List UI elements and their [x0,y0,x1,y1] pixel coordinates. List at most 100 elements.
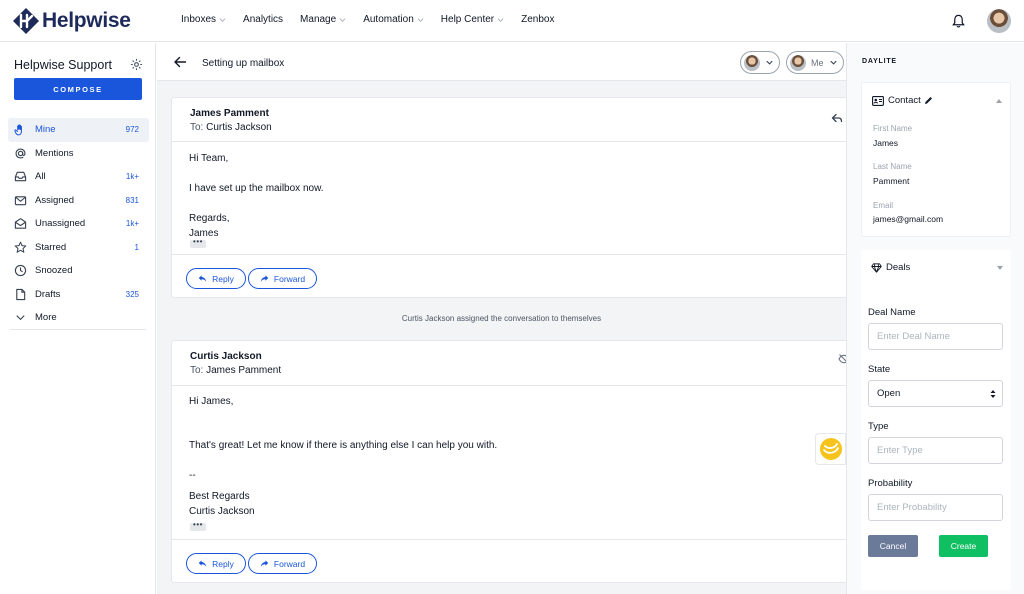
nav-help-center-label: Help Center [440,14,495,25]
last-name-value: Pamment [873,176,910,186]
create-button[interactable]: Create [939,535,988,557]
chevron-down-icon [339,18,346,22]
sidebar-item-count: 325 [125,289,139,299]
forward-button[interactable]: Forward [248,268,317,289]
message-line: Curtis Jackson [189,506,255,517]
sidebar: Helpwise Support COMPOSE Mine 972 Mentio… [0,43,156,594]
forward-icon [260,560,269,567]
nav-automation-label: Automation [363,14,414,25]
nav-manage[interactable]: Manage [300,14,346,25]
last-name-label: Last Name [873,162,912,171]
chevron-down-icon [417,18,424,22]
nav-help-center[interactable]: Help Center [441,14,504,25]
sidebar-item-starred[interactable]: Starred 1 [8,236,149,260]
contact-heading[interactable]: Contact [872,95,937,106]
forward-label: Forward [273,273,306,284]
message-card: James Pamment To: Curtis Jackson Hi Team… [171,97,851,298]
conversation-pane: Setting up mailbox Me James Pamment To: … [157,43,851,594]
first-name-value: James [873,138,899,148]
forward-button[interactable]: Forward [248,553,317,574]
probability-label: Probability [868,478,913,489]
sidebar-item-count: 831 [125,195,139,205]
star-icon [14,241,27,253]
sidebar-item-label: Mine [35,124,56,136]
sidebar-item-label: Drafts [35,288,61,300]
sidebar-item-all[interactable]: All 1k+ [8,165,149,189]
file-icon [16,288,26,300]
team-name: Helpwise Support [14,58,112,72]
reply-button[interactable]: Reply [186,553,246,574]
sidebar-item-label: Starred [35,241,67,253]
state-select[interactable]: Open [868,380,1003,407]
message-line: Hi James, [189,396,234,407]
reply-icon [198,560,207,567]
daylite-widget-button[interactable] [815,433,846,465]
nav-automation[interactable]: Automation [363,14,424,25]
recipient-name: James Pamment [206,365,282,376]
sidebar-item-drafts[interactable]: Drafts 325 [8,283,149,307]
me-dropdown[interactable]: Me [786,51,844,74]
message-line: I have set up the mailbox now. [189,183,324,194]
sidebar-item-mentions[interactable]: Mentions [8,142,149,166]
sidebar-item-more[interactable]: More [8,306,149,330]
deals-heading[interactable]: Deals [871,262,910,273]
compose-button[interactable]: COMPOSE [14,78,142,100]
user-avatar[interactable] [987,9,1011,33]
back-arrow-icon[interactable] [173,55,187,69]
pencil-icon[interactable] [924,96,933,105]
sidebar-divider [10,329,146,330]
sidebar-folder-list: Mine 972 Mentions All 1k+ Assigned 831 U… [8,118,149,330]
hand-icon [14,124,22,136]
contact-heading-label: Contact [888,95,921,106]
reply-button[interactable]: Reply [186,268,246,289]
message-line: Hi Team, [189,153,229,164]
to-label: To: [190,365,204,376]
show-trimmed-content-button[interactable]: ••• [190,238,206,248]
chevron-down-icon [766,60,773,65]
sidebar-item-mine[interactable]: Mine 972 [8,118,149,142]
nav-analytics[interactable]: Analytics [243,14,283,25]
show-trimmed-content-button[interactable]: ••• [190,521,206,531]
nav-inboxes-label: Inboxes [181,14,217,25]
message-line: -- [189,470,196,481]
reply-icon [198,275,207,282]
helpwise-logo-icon [13,8,39,34]
bell-icon[interactable] [951,13,966,29]
helpwise-logo[interactable]: Helpwise [12,7,131,35]
brand-name: Helpwise [42,9,131,32]
sidebar-item-count: 1k+ [125,219,139,229]
gear-icon[interactable] [130,58,143,71]
contact-card: Contact First Name James Last Name Pamme… [861,82,1011,237]
reply-arrow-icon[interactable] [831,112,843,124]
sidebar-item-label: Assigned [35,194,75,206]
deals-card: Deals Deal Name State Open Type Probabil… [861,250,1011,590]
message-line: Regards, [189,213,230,224]
message-sender: Curtis Jackson [190,351,262,362]
message-divider [172,254,850,255]
sidebar-item-count: 972 [125,125,139,135]
chevron-down-icon [829,60,837,65]
sidebar-item-assigned[interactable]: Assigned 831 [8,189,149,213]
id-card-icon [872,95,884,106]
nav-zenbox-label: Zenbox [521,14,555,25]
message-sender: James Pamment [190,108,269,119]
cancel-button[interactable]: Cancel [868,535,918,557]
sidebar-item-snoozed[interactable]: Snoozed [8,259,149,283]
nav-inboxes[interactable]: Inboxes [181,14,226,25]
deal-name-input[interactable] [868,323,1003,350]
daylite-panel: DAYLITE Contact First Name James Last Na… [846,43,1024,594]
sidebar-item-unassigned[interactable]: Unassigned 1k+ [8,212,149,236]
collapse-caret-icon[interactable] [996,99,1002,103]
probability-input[interactable] [868,494,1003,521]
state-selected-value: Open [877,388,901,399]
expand-caret-icon[interactable] [997,266,1003,270]
message-card: Curtis Jackson To: James Pamment Hi Jame… [171,340,851,583]
message-line: Best Regards [189,491,250,502]
message-line: That's great! Let me know if there is an… [189,440,498,451]
assignee-dropdown[interactable] [740,51,780,74]
type-input[interactable] [868,437,1003,464]
nav-zenbox[interactable]: Zenbox [521,14,554,25]
sidebar-item-label: All [35,171,46,183]
sidebar-item-count: 1k+ [125,172,139,182]
message-recipient: To: James Pamment [190,365,281,376]
